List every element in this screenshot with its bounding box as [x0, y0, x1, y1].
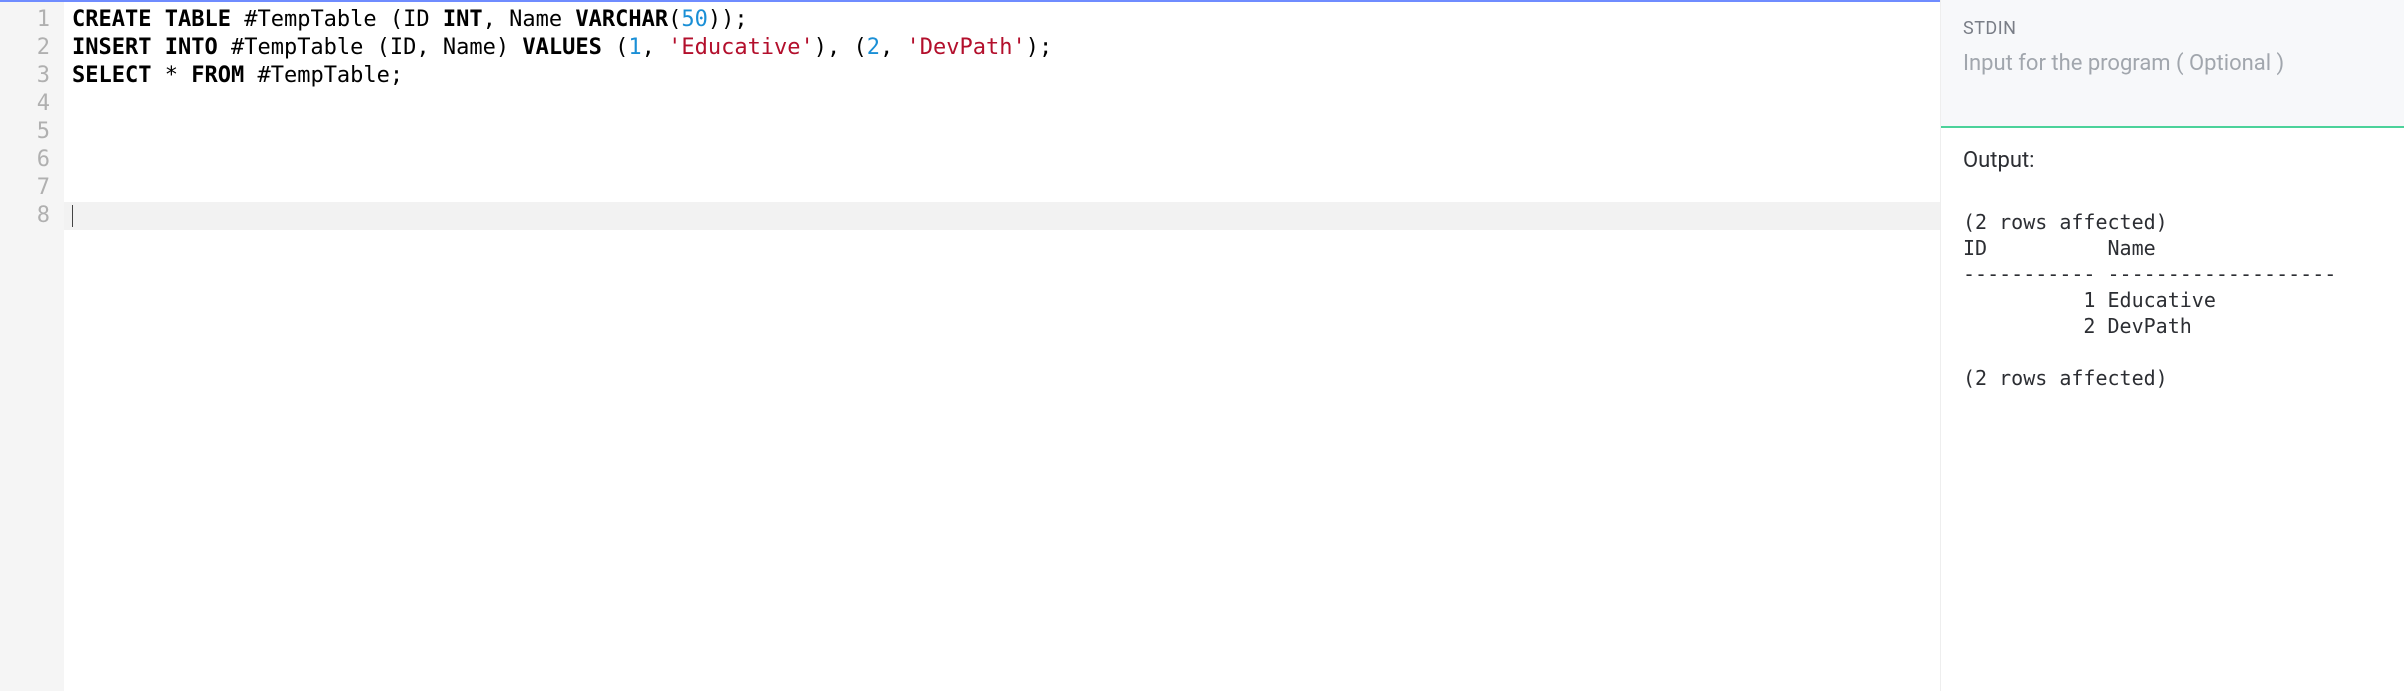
text-token: #TempTable (ID, Name)	[218, 35, 523, 60]
output-text: (2 rows affected) ID Name ----------- --…	[1963, 209, 2404, 391]
keyword-token: TABLE	[165, 7, 231, 32]
keyword-token: SELECT	[72, 63, 151, 88]
keyword-token: INSERT	[72, 35, 151, 60]
io-pane: STDIN Output: (2 rows affected) ID Name …	[1940, 0, 2404, 691]
keyword-token: INT	[443, 7, 483, 32]
editor-pane: 12345678 CREATE TABLE #TempTable (ID INT…	[0, 0, 1940, 691]
code-line[interactable]: INSERT INTO #TempTable (ID, Name) VALUES…	[64, 34, 1940, 62]
stdin-section: STDIN	[1941, 0, 2404, 128]
text-token: (	[602, 35, 629, 60]
code-line[interactable]	[64, 146, 1940, 174]
text-token	[151, 7, 164, 32]
string-token: 'Educative'	[668, 35, 814, 60]
text-token: ,	[642, 35, 669, 60]
text-token: );	[1026, 35, 1053, 60]
keyword-token: VALUES	[522, 35, 601, 60]
code-line[interactable]	[64, 90, 1940, 118]
text-token: #TempTable (	[231, 7, 403, 32]
line-number: 4	[0, 90, 64, 118]
number-token: 2	[867, 35, 880, 60]
keyword-token: INTO	[165, 35, 218, 60]
stdin-label: STDIN	[1941, 0, 2404, 45]
text-token: #TempTable;	[244, 63, 403, 88]
code-line[interactable]: CREATE TABLE #TempTable (ID INT, Name VA…	[64, 6, 1940, 34]
code-line[interactable]	[64, 118, 1940, 146]
text-token: , Name	[483, 7, 576, 32]
code-line[interactable]	[64, 202, 1940, 230]
output-section: Output: (2 rows affected) ID Name ------…	[1941, 128, 2404, 391]
line-number: 1	[0, 6, 64, 34]
stdin-input[interactable]	[1941, 45, 2404, 126]
text-token: ,	[880, 35, 907, 60]
string-token: 'DevPath'	[907, 35, 1026, 60]
text-token: (	[668, 7, 681, 32]
number-token: 1	[628, 35, 641, 60]
keyword-token: FROM	[191, 63, 244, 88]
text-token: ), (	[814, 35, 867, 60]
line-number-gutter: 12345678	[0, 2, 64, 691]
keyword-token: CREATE	[72, 7, 151, 32]
number-token: 50	[681, 7, 708, 32]
line-number: 6	[0, 146, 64, 174]
code-editor[interactable]: CREATE TABLE #TempTable (ID INT, Name VA…	[64, 2, 1940, 691]
keyword-token: VARCHAR	[575, 7, 668, 32]
text-token: ));	[708, 7, 748, 32]
line-number: 7	[0, 174, 64, 202]
text-token	[151, 35, 164, 60]
text-cursor	[72, 205, 73, 227]
line-number: 2	[0, 34, 64, 62]
text-token: *	[151, 63, 191, 88]
text-token: ID	[403, 7, 443, 32]
code-line[interactable]	[64, 174, 1940, 202]
line-number: 8	[0, 202, 64, 230]
line-number: 3	[0, 62, 64, 90]
output-label: Output:	[1963, 148, 2404, 173]
line-number: 5	[0, 118, 64, 146]
code-line[interactable]: SELECT * FROM #TempTable;	[64, 62, 1940, 90]
